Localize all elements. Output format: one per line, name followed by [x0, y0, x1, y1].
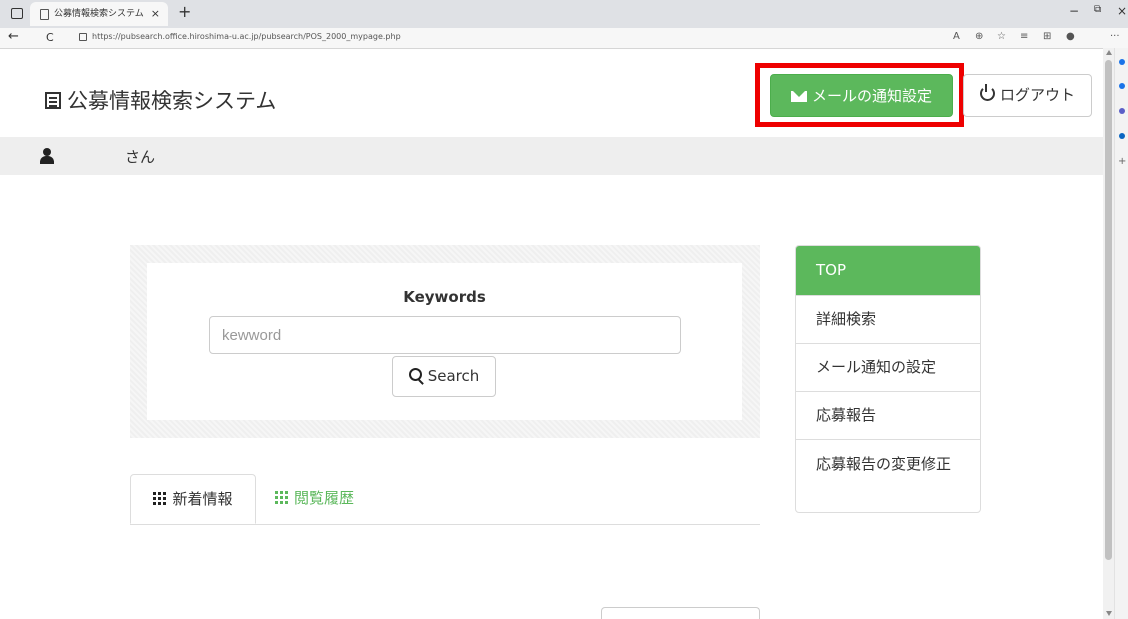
search-icon	[408, 368, 422, 381]
menu-item-label: メール通知の設定	[816, 358, 937, 376]
back-button[interactable]: ←	[8, 29, 19, 44]
menu-item-mail-settings[interactable]: メール通知の設定	[796, 343, 980, 391]
scroll-up-icon[interactable]	[1106, 50, 1112, 55]
close-window-button[interactable]: ×	[1117, 4, 1127, 18]
content-tabs: 新着情報 閲覧履歴	[130, 474, 760, 525]
search-button-label: Search	[427, 367, 480, 385]
browser-tab-title: 公募情報検索システム	[54, 9, 144, 19]
keyword-input[interactable]	[209, 316, 681, 354]
browser-tab[interactable]: 公募情報検索システム ×	[30, 2, 168, 26]
sidebar-add-icon[interactable]: +	[1118, 156, 1126, 167]
search-button[interactable]: Search	[392, 356, 496, 397]
site-title-text: 公募情報検索システム	[67, 89, 277, 113]
menu-item-label: 応募報告	[816, 406, 877, 424]
page-content: 公募情報検索システム メールの通知設定 ログアウト さん Keywords Se…	[0, 48, 1103, 619]
keywords-label: Keywords	[403, 288, 486, 306]
sidebar-office-icon[interactable]	[1119, 133, 1125, 139]
scrollbar-thumb[interactable]	[1105, 60, 1112, 560]
refresh-button[interactable]: C	[46, 31, 54, 44]
partial-button[interactable]	[601, 607, 760, 619]
sidebar-shopping-icon[interactable]	[1119, 83, 1125, 89]
sidebar-search-icon[interactable]	[1119, 59, 1125, 65]
search-panel: Keywords Search	[130, 245, 760, 438]
logout-button[interactable]: ログアウト	[963, 74, 1092, 117]
menu-item-application-report[interactable]: 応募報告	[796, 391, 980, 439]
tab-actions-icon[interactable]	[11, 8, 23, 19]
annotation-highlight-box	[755, 63, 964, 127]
collections-icon[interactable]: ⊞	[1043, 31, 1051, 42]
site-title: 公募情報検索システム	[45, 85, 276, 115]
url-field[interactable]: https://pubsearch.office.hiroshima-u.ac.…	[92, 32, 401, 41]
th-grid-icon	[153, 492, 167, 505]
menu-item-label: 詳細検索	[816, 310, 877, 328]
tab-new-info[interactable]: 新着情報	[130, 474, 256, 524]
logout-button-label: ログアウト	[999, 86, 1075, 104]
list-alt-icon	[45, 92, 61, 109]
scroll-down-icon[interactable]	[1106, 611, 1112, 616]
close-tab-icon[interactable]: ×	[151, 2, 160, 26]
power-icon	[979, 84, 995, 101]
search-box: Keywords Search	[147, 263, 742, 420]
restore-button[interactable]: ⧉	[1094, 4, 1101, 15]
th-grid-icon	[275, 491, 288, 504]
menu-item-top[interactable]: TOP	[796, 246, 980, 295]
menu-item-detailed-search[interactable]: 詳細検索	[796, 295, 980, 343]
more-menu-icon[interactable]: ···	[1110, 31, 1120, 42]
tab-browsing-history[interactable]: 閲覧履歴	[275, 474, 354, 523]
menu-item-application-report-edit[interactable]: 応募報告の変更修正	[796, 439, 980, 512]
zoom-icon[interactable]: ⊕	[975, 31, 983, 42]
tab-label: 新着情報	[172, 490, 233, 508]
address-bar-row: ← C https://pubsearch.office.hiroshima-u…	[0, 28, 1128, 49]
browser-sidebar: +	[1114, 48, 1128, 619]
page-scrollbar[interactable]	[1103, 48, 1114, 619]
favorite-add-icon[interactable]: ☆	[997, 31, 1006, 42]
profile-icon[interactable]: ●	[1066, 31, 1075, 42]
sidebar-tools-icon[interactable]	[1119, 108, 1125, 114]
new-tab-button[interactable]: +	[178, 2, 191, 21]
browser-tab-bar: 公募情報検索システム × + − ⧉ ×	[0, 0, 1128, 28]
page-icon	[40, 9, 49, 20]
minimize-button[interactable]: −	[1069, 4, 1079, 18]
user-bar: さん	[0, 137, 1103, 175]
lock-icon	[79, 33, 87, 41]
user-icon	[40, 148, 54, 164]
menu-item-label: TOP	[816, 261, 847, 279]
user-greeting: さん	[125, 148, 156, 166]
tab-label: 閲覧履歴	[294, 489, 355, 507]
side-menu: TOP 詳細検索 メール通知の設定 応募報告 応募報告の変更修正	[795, 245, 981, 513]
favorites-icon[interactable]: ≡	[1020, 31, 1028, 42]
menu-item-label: 応募報告の変更修正	[816, 455, 952, 473]
read-aloud-icon[interactable]: A	[953, 31, 960, 42]
